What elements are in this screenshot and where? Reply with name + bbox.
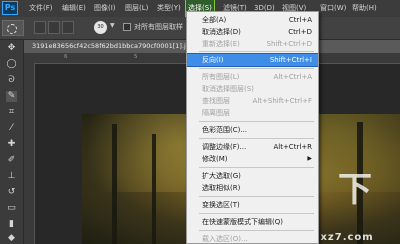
- marquee-tool-icon[interactable]: ◯: [6, 59, 17, 70]
- select-menu-dropdown: 全部(A) Ctrl+A 取消选择(D) Ctrl+D 重新选择(E) Shif…: [186, 11, 319, 244]
- menu-item-label: 扩大选取(G): [202, 172, 241, 180]
- tool-preset-picker[interactable]: [2, 20, 24, 36]
- menu-item-inverse[interactable]: 反向(I) Shift+Ctrl+I: [187, 53, 318, 67]
- eyedropper-tool-icon[interactable]: ⁄: [6, 123, 17, 134]
- menu-item-label: 所有图层(L): [202, 73, 240, 81]
- tools-panel: ✥ ◯ ᘐ ✎ ⌗ ⁄ ✚ ✐ ⊥ ↺ ▭ ▮ ◆: [0, 40, 24, 244]
- menu-separator: [199, 121, 314, 122]
- quick-selection-tool-icon[interactable]: ✎: [6, 91, 17, 102]
- menu-item-label: 变换选区(T): [202, 201, 240, 209]
- eraser-tool-icon[interactable]: ▭: [6, 203, 17, 214]
- menu-item-label: 取消选择(D): [202, 28, 241, 36]
- menu-item-label: 反向(I): [202, 56, 224, 64]
- brush-tool-icon[interactable]: ✐: [6, 155, 17, 166]
- tree-trunk: [112, 124, 117, 244]
- menu-item-find-layers[interactable]: 查找图层 Alt+Shift+Ctrl+F: [187, 95, 318, 107]
- menu-type[interactable]: 类型(Y): [157, 0, 181, 17]
- menu-item-similar[interactable]: 选取相似(R): [187, 182, 318, 194]
- blur-tool-icon[interactable]: ◆: [6, 233, 17, 244]
- menu-item-label: 调整边缘(F)...: [202, 143, 247, 151]
- menu-item-shortcut: Shift+Ctrl+D: [266, 40, 313, 48]
- menu-item-label: 重新选择(E): [202, 40, 240, 48]
- menu-item-label: 查找图层: [202, 97, 230, 105]
- sample-all-layers-checkbox[interactable]: [123, 23, 131, 31]
- menu-separator: [199, 213, 314, 214]
- menu-item-label: 修改(M): [202, 155, 228, 163]
- menu-separator: [199, 230, 314, 231]
- crop-tool-icon[interactable]: ⌗: [6, 107, 17, 118]
- menu-item-reselect[interactable]: 重新选择(E) Shift+Ctrl+D: [187, 38, 318, 50]
- watermark-logo: 下: [338, 170, 372, 210]
- document-title: 3191e83656cf42c58f62bd1bbca790cf0001[1].…: [32, 42, 190, 50]
- menu-item-shortcut: Ctrl+A: [288, 16, 312, 24]
- photoshop-logo: Ps: [2, 1, 18, 15]
- menu-separator: [199, 167, 314, 168]
- menu-separator: [199, 68, 314, 69]
- tree-trunk: [152, 134, 156, 244]
- menu-help[interactable]: 帮助(H): [352, 0, 377, 17]
- menu-item-shortcut: Alt+Ctrl+A: [273, 73, 312, 81]
- menu-item-refine-edge[interactable]: 调整边缘(F)... Alt+Ctrl+R: [187, 141, 318, 153]
- menu-item-label: 色彩范围(C)...: [202, 126, 248, 134]
- menu-item-grow[interactable]: 扩大选取(G): [187, 170, 318, 182]
- move-tool-icon[interactable]: ✥: [6, 43, 17, 54]
- history-brush-tool-icon[interactable]: ↺: [6, 187, 17, 198]
- menu-item-transform-selection[interactable]: 变换选区(T): [187, 199, 318, 211]
- healing-brush-tool-icon[interactable]: ✚: [6, 139, 17, 150]
- subtract-from-selection-button[interactable]: [62, 21, 74, 34]
- menu-layer[interactable]: 图层(L): [125, 0, 148, 17]
- sample-all-layers-label: 对所有图层取样: [134, 23, 183, 31]
- chevron-down-icon[interactable]: ▼: [110, 22, 115, 29]
- menu-item-all-layers[interactable]: 所有图层(L) Alt+Ctrl+A: [187, 71, 318, 83]
- menu-item-select-all[interactable]: 全部(A) Ctrl+A: [187, 14, 318, 26]
- menu-item-shortcut: Alt+Shift+Ctrl+F: [252, 97, 312, 105]
- menu-window[interactable]: 窗口(W): [320, 0, 346, 17]
- menu-item-label: 在快速蒙版模式下编辑(Q): [202, 218, 283, 226]
- new-selection-button[interactable]: [34, 21, 46, 34]
- menu-item-label: 隔离图层: [202, 109, 230, 117]
- menu-item-shortcut: Shift+Ctrl+I: [269, 56, 312, 64]
- submenu-arrow-icon: ▶: [307, 155, 312, 162]
- ruler-number: 5: [134, 54, 138, 60]
- menu-item-modify[interactable]: 修改(M) ▶: [187, 153, 318, 165]
- menu-edit[interactable]: 编辑(E): [62, 0, 86, 17]
- menu-file[interactable]: 文件(F): [29, 0, 53, 17]
- menu-item-label: 取消选择图层(S): [202, 85, 254, 93]
- menu-item-label: 选取相似(R): [202, 184, 241, 192]
- menu-separator: [199, 51, 314, 52]
- lasso-tool-icon[interactable]: ᘐ: [6, 75, 17, 86]
- menu-item-quick-mask[interactable]: 在快速蒙版模式下编辑(Q): [187, 216, 318, 228]
- gradient-tool-icon[interactable]: ▮: [6, 219, 17, 230]
- menu-item-deselect[interactable]: 取消选择(D) Ctrl+D: [187, 26, 318, 38]
- menu-separator: [199, 138, 314, 139]
- add-to-selection-button[interactable]: [48, 21, 60, 34]
- clone-stamp-tool-icon[interactable]: ⊥: [6, 171, 17, 182]
- menu-item-isolate-layers[interactable]: 隔离图层: [187, 107, 318, 119]
- vertical-ruler: [24, 63, 35, 244]
- menu-item-load-selection[interactable]: 载入选区(O)...: [187, 233, 318, 243]
- menu-item-shortcut: Alt+Ctrl+R: [273, 143, 312, 151]
- menu-item-deselect-layers[interactable]: 取消选择图层(S): [187, 83, 318, 95]
- menu-item-label: 全部(A): [202, 16, 227, 24]
- menu-image[interactable]: 图像(I): [94, 0, 116, 17]
- brush-size-picker[interactable]: 30: [94, 21, 107, 34]
- menu-item-color-range[interactable]: 色彩范围(C)...: [187, 124, 318, 136]
- menu-separator: [199, 196, 314, 197]
- menu-item-label: 载入选区(O)...: [202, 235, 248, 243]
- ruler-number: 6: [64, 54, 68, 60]
- menu-item-shortcut: Ctrl+D: [288, 28, 312, 36]
